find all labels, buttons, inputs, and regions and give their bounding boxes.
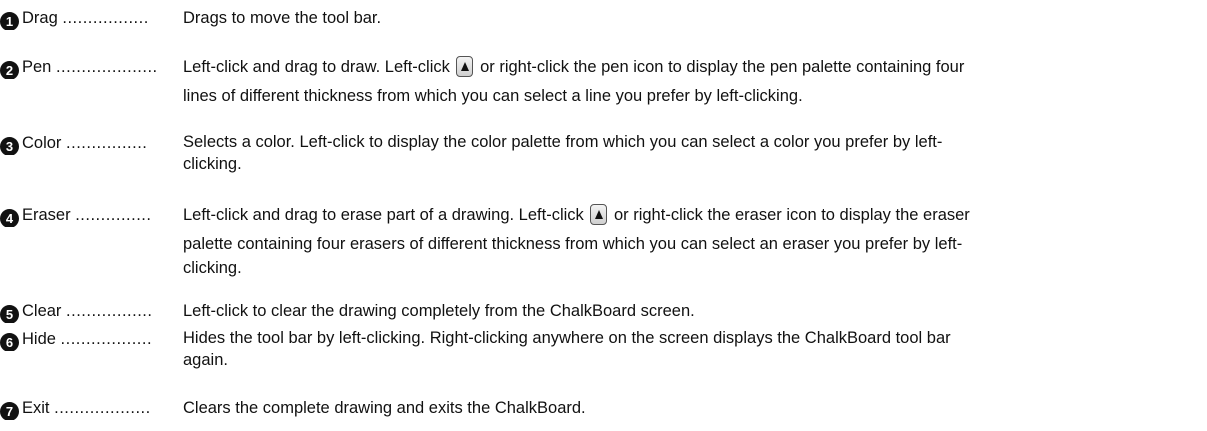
term-label: Hide	[22, 330, 56, 348]
term-label: Pen	[22, 58, 52, 76]
leader-dots: ................	[66, 134, 148, 152]
definition-text-after-icon: or right-click the eraser icon to displa…	[613, 206, 970, 224]
entry-term: 7 Exit ...................	[0, 396, 183, 420]
number-badge: 6	[0, 333, 19, 351]
arrow-button-icon	[456, 56, 474, 77]
document-page: 1 Drag ................. Drags to move th…	[0, 0, 1207, 431]
entry-term: 6 Hide ..................	[0, 327, 183, 351]
entry-definition: Left-click and drag to draw. Left-click …	[183, 55, 1195, 108]
number-badge: 2	[0, 61, 19, 79]
definition-text-after-icon: or right-click the pen icon to display t…	[480, 58, 965, 76]
definition-line: Hides the tool bar by left-clicking. Rig…	[183, 329, 951, 347]
definition-line: Clears the complete drawing and exits th…	[183, 399, 586, 417]
leader-dots: .................	[66, 302, 153, 320]
entry-definition: Selects a color. Left-click to display t…	[183, 131, 1195, 175]
definition-text-before-icon: Left-click and drag to erase part of a d…	[183, 206, 584, 224]
entry-definition: Clears the complete drawing and exits th…	[183, 396, 1195, 420]
definition-line: Left-click and drag to draw. Left-click …	[183, 56, 965, 77]
number-badge: 1	[0, 12, 19, 30]
entry-term: 4 Eraser ...............	[0, 203, 183, 227]
definition-line: again.	[183, 351, 228, 369]
leader-dots: ..................	[60, 330, 153, 348]
leader-dots: ....................	[55, 58, 158, 76]
term-label: Clear	[22, 302, 62, 320]
entry-definition: Hides the tool bar by left-clicking. Rig…	[183, 327, 1195, 371]
entry-term: 2 Pen ....................	[0, 55, 183, 79]
term-label: Exit	[22, 399, 50, 417]
number-badge: 7	[0, 402, 19, 420]
definition-line: Left-click and drag to erase part of a d…	[183, 204, 970, 225]
entry-term: 3 Color ................	[0, 131, 183, 155]
definition-line: Drags to move the tool bar.	[183, 9, 382, 27]
arrow-button-icon	[590, 204, 608, 225]
term-label: Eraser	[22, 206, 71, 224]
leader-dots: ...............	[75, 206, 152, 224]
definition-line: clicking.	[183, 259, 242, 277]
definition-text-before-icon: Left-click and drag to draw. Left-click	[183, 58, 450, 76]
number-badge: 5	[0, 305, 19, 323]
definition-line: lines of different thickness from which …	[183, 87, 803, 105]
definition-line: palette containing four erasers of diffe…	[183, 235, 963, 253]
number-badge: 3	[0, 137, 19, 155]
term-label: Color	[22, 134, 62, 152]
definition-line: Left-click to clear the drawing complete…	[183, 302, 695, 320]
entry-term: 1 Drag .................	[0, 6, 183, 30]
definition-line: clicking.	[183, 155, 242, 173]
number-badge: 4	[0, 209, 19, 227]
entry-definition: Left-click to clear the drawing complete…	[183, 299, 1195, 323]
entry-definition: Left-click and drag to erase part of a d…	[183, 203, 1195, 280]
leader-dots: .................	[62, 9, 149, 27]
term-label: Drag	[22, 9, 58, 27]
leader-dots: ...................	[54, 399, 151, 417]
definition-line: Selects a color. Left-click to display t…	[183, 133, 943, 151]
entry-term: 5 Clear .................	[0, 299, 183, 323]
entry-definition: Drags to move the tool bar.	[183, 6, 1195, 30]
